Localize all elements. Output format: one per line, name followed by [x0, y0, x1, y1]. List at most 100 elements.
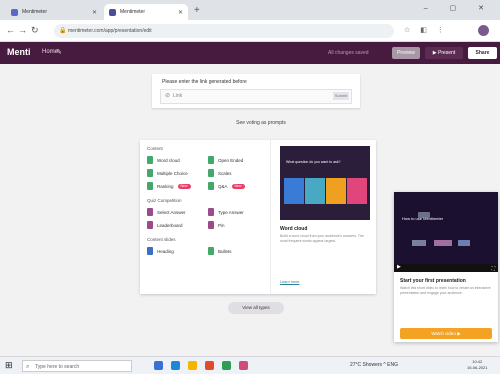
learn-more-link[interactable]: Learn more — [280, 280, 299, 284]
see-prompt-link[interactable]: See voting as prompts — [225, 120, 297, 126]
taskbar-app-icon[interactable] — [171, 361, 180, 370]
start-icon[interactable]: ⊞ — [5, 360, 13, 371]
slide-type-scales[interactable]: Scales — [208, 169, 232, 177]
url-input[interactable]: 🔒 mentimeter.com/app/presentation/edit — [54, 24, 394, 38]
slide-type-pin[interactable]: Pin — [208, 221, 225, 229]
new-badge: New — [177, 183, 191, 189]
select-answer-icon — [147, 208, 153, 216]
share-button[interactable]: Share — [468, 47, 497, 59]
fullscreen-icon[interactable]: ⛶ — [491, 266, 495, 272]
forward-icon[interactable]: → — [18, 25, 27, 35]
slide-type-qa[interactable]: Q&A New — [208, 182, 245, 190]
bullets-icon — [208, 247, 214, 255]
preview-title: Word cloud — [280, 226, 308, 232]
taskbar-app-icon[interactable] — [222, 361, 231, 370]
slide-type-heading[interactable]: Heading — [147, 247, 174, 255]
play-icon[interactable]: ▶ — [397, 264, 401, 270]
new-badge: New — [231, 183, 245, 189]
item-label: Select Answer — [157, 209, 186, 215]
heading-icon — [147, 247, 153, 255]
slide-type-open-ended[interactable]: Open Ended — [208, 156, 243, 164]
link-icon: ⊘ — [165, 93, 171, 99]
slide-type-type-answer[interactable]: Type Answer — [208, 208, 244, 216]
question-card: Please enter the link generated before ⊘… — [152, 74, 360, 108]
profile-avatar[interactable] — [478, 25, 489, 36]
app-header: Menti Home ✎ All changes saved Preview ▶… — [0, 42, 500, 64]
video-player[interactable]: How to use Mentimeter ▶ ⛶ — [394, 192, 498, 272]
question-title: Please enter the link generated before — [162, 79, 247, 85]
tab-favicon-icon — [11, 8, 18, 16]
popup-title: Start your first presentation — [400, 278, 466, 284]
item-label: Type Answer — [218, 209, 244, 215]
preview-bar — [326, 178, 346, 204]
link-input[interactable]: ⊘ Link Submit — [160, 89, 352, 104]
taskbar-app-icon[interactable] — [154, 361, 163, 370]
extension-icons[interactable]: ☆ ◧ ⋮ — [404, 26, 448, 34]
taskbar-search-placeholder: Type here to search — [35, 364, 80, 370]
video-bar — [458, 240, 470, 246]
item-label: Leaderboard — [157, 222, 183, 228]
type-answer-icon — [208, 208, 214, 216]
watch-video-button[interactable]: Watch video ▶ — [400, 328, 492, 339]
tab-close-icon[interactable]: ✕ — [178, 9, 183, 16]
present-button[interactable]: ▶ Present — [425, 47, 463, 59]
reload-icon[interactable]: ↻ — [31, 25, 39, 36]
taskbar-app-icon[interactable] — [205, 361, 214, 370]
taskbar-app-icon[interactable] — [239, 361, 248, 370]
edit-title-icon[interactable]: ✎ — [56, 48, 62, 56]
slide-type-leaderboard[interactable]: Leaderboard — [147, 221, 183, 229]
taskbar-search-input[interactable]: ⌕ Type here to search — [22, 360, 132, 372]
pin-icon — [208, 221, 214, 229]
tab-label: Mentimeter — [22, 9, 48, 15]
lock-icon: 🔒 — [59, 28, 67, 34]
submit-button[interactable]: Submit — [333, 92, 349, 100]
slide-type-ranking[interactable]: Ranking New — [147, 182, 191, 190]
section-title-quiz: Quiz Competition — [147, 198, 182, 203]
preview-description: Build a word cloud from your audience's … — [280, 234, 364, 243]
address-bar-row: ← → ↻ 🔒 mentimeter.com/app/presentation/… — [0, 20, 500, 42]
slide-type-word-cloud[interactable]: Word cloud — [147, 156, 180, 164]
taskbar-app-icon[interactable] — [188, 361, 197, 370]
item-label: Q&A — [218, 183, 228, 189]
popup-description: Watch this short video to learn how to c… — [400, 286, 491, 295]
preview-bar — [305, 178, 325, 204]
app-logo[interactable]: Menti — [7, 47, 31, 57]
tab-close-icon[interactable]: ✕ — [92, 9, 97, 16]
system-tray[interactable]: 27°C Showers ^ ENG — [350, 362, 398, 368]
qa-icon — [208, 182, 214, 190]
video-controls: ▶ ⛶ — [394, 264, 498, 272]
video-bar — [412, 240, 426, 246]
open-ended-icon — [208, 156, 214, 164]
video-bar — [434, 240, 452, 246]
search-icon: ⌕ — [26, 364, 30, 370]
preview-button[interactable]: Preview — [392, 47, 420, 59]
slide-type-multiple-choice[interactable]: Multiple Choice — [147, 169, 188, 177]
clock-date: 15-06-2021 — [467, 365, 488, 370]
new-tab-icon[interactable]: + — [194, 5, 200, 16]
window-controls[interactable]: – ▢ ✕ — [424, 4, 494, 12]
back-icon[interactable]: ← — [6, 25, 15, 35]
preview-bar — [284, 178, 304, 204]
slide-type-panel: Content Word cloud Open Ended Multiple C… — [140, 140, 376, 294]
link-input-placeholder: Link — [173, 93, 183, 99]
browser-tab-strip: Mentimeter ✕ Mentimeter ✕ + – ▢ ✕ — [0, 0, 500, 20]
clock[interactable]: 10:42 15-06-2021 — [467, 359, 487, 371]
item-label: Bullets — [218, 248, 232, 254]
slide-preview-image: What question do you want to ask? — [280, 146, 370, 220]
multiple-choice-icon — [147, 169, 153, 177]
windows-taskbar: ⊞ ⌕ Type here to search 27°C Showers ^ E… — [0, 356, 500, 374]
tab-inactive[interactable]: Mentimeter ✕ — [6, 4, 102, 20]
view-all-types-button[interactable]: View all types — [228, 302, 284, 314]
slide-type-select-answer[interactable]: Select Answer — [147, 208, 186, 216]
onboarding-popup: How to use Mentimeter ▶ ⛶ Start your fir… — [394, 192, 498, 342]
video-caption: How to use Mentimeter — [402, 216, 444, 221]
item-label: Heading — [157, 248, 174, 254]
section-title-content-slides: Content slides — [147, 237, 176, 242]
panel-divider — [270, 140, 271, 294]
tab-label: Mentimeter — [120, 9, 146, 15]
ranking-icon — [147, 182, 153, 190]
tab-active[interactable]: Mentimeter ✕ — [104, 4, 188, 20]
item-label: Scales — [218, 170, 232, 176]
slide-type-bullets[interactable]: Bullets — [208, 247, 232, 255]
leaderboard-icon — [147, 221, 153, 229]
